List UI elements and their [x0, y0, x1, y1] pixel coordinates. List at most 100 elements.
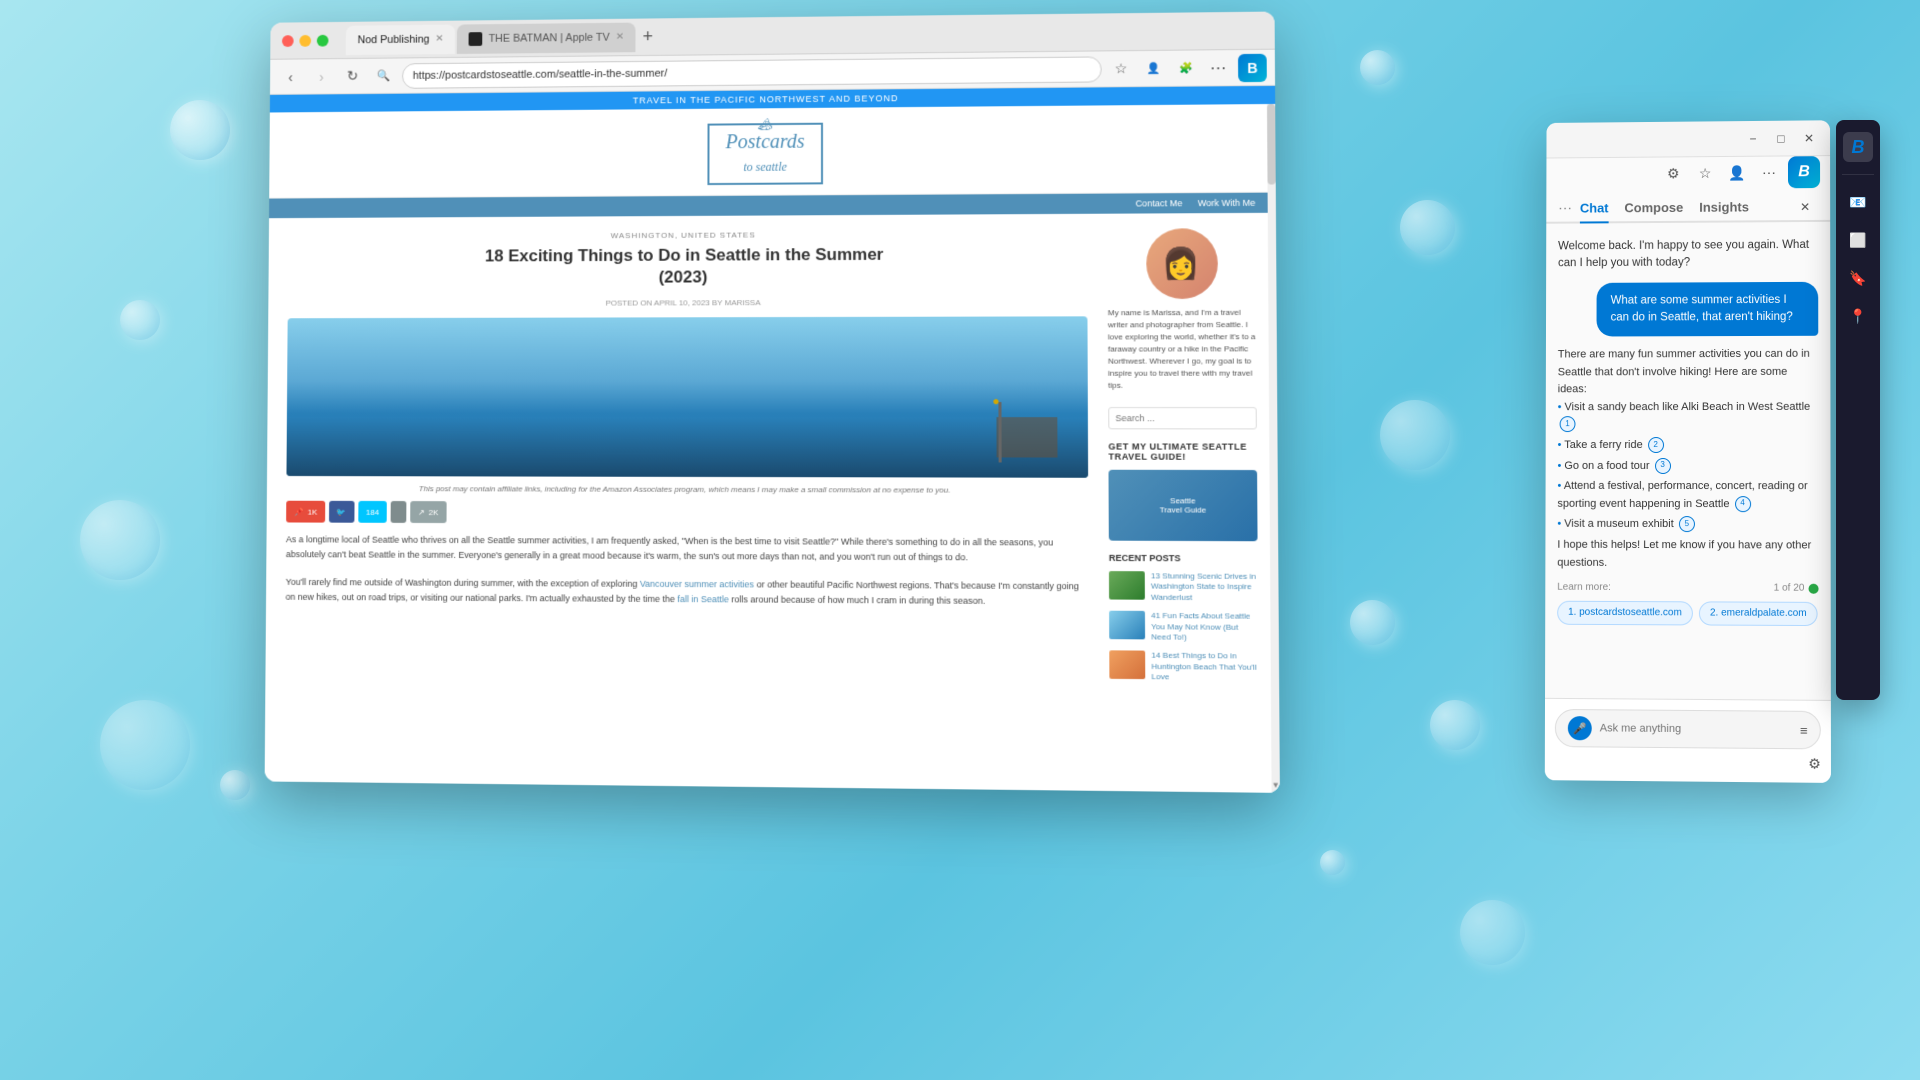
learn-more-section: Learn more: 1 of 20 1. postcardstoseattl… — [1557, 580, 1819, 626]
vancouver-link[interactable]: Vancouver summer activities — [640, 579, 754, 590]
share-twitter-button[interactable]: 🐦 — [329, 501, 355, 523]
citation-badge-3[interactable]: 3 — [1655, 458, 1671, 474]
chat-tab-close-btn[interactable]: ✕ — [1792, 194, 1818, 220]
citation-badge-5[interactable]: 5 — [1679, 516, 1695, 532]
learn-more-text: Learn more: — [1557, 580, 1611, 596]
chat-more-icon-btn[interactable]: ⋯ — [1756, 159, 1782, 185]
share-main-button[interactable]: ↗ 2K — [410, 501, 446, 523]
chat-send-icon[interactable]: ≡ — [1800, 722, 1808, 737]
chat-minimize-button[interactable]: − — [1742, 127, 1764, 149]
back-button[interactable]: ‹ — [278, 64, 303, 90]
sidebar-divider — [1842, 174, 1874, 175]
tab-close-icon[interactable]: ✕ — [435, 34, 443, 45]
citation-badge-2[interactable]: 2 — [1648, 437, 1664, 453]
sidebar-search-input[interactable] — [1108, 407, 1257, 429]
star-button[interactable]: ☆ — [1108, 56, 1135, 82]
pagination-text: 1 of 20 — [1774, 581, 1805, 597]
blog-body: WASHINGTON, UNITED STATES 18 Exciting Th… — [265, 213, 1279, 708]
tab-batman[interactable]: THE BATMAN | Apple TV ✕ — [457, 22, 636, 53]
blog-logo[interactable]: Postcards to seattle — [708, 123, 823, 185]
tab-chat[interactable]: Chat — [1580, 195, 1609, 224]
blog-caption: This post may contain affiliate links, i… — [286, 484, 1088, 495]
share-count-button[interactable]: 184 — [358, 501, 387, 523]
citation-badge-4[interactable]: 4 — [1735, 496, 1751, 512]
chat-tabs: Chat Compose Insights — [1580, 194, 1749, 222]
chat-input[interactable] — [1600, 722, 1792, 736]
chat-mic-icon[interactable]: 🎤 — [1568, 716, 1592, 740]
recent-post-2-text[interactable]: 41 Fun Facts About Seattle You May Not K… — [1151, 611, 1258, 643]
blog-location: WASHINGTON, UNITED STATES — [288, 229, 1087, 242]
travel-guide-image[interactable]: SeattleTravel Guide — [1108, 470, 1257, 542]
refresh-button[interactable]: ↻ — [340, 63, 365, 89]
sidebar-nav-icon[interactable]: 📍 — [1843, 301, 1873, 331]
nav-work-with-me[interactable]: Work With Me — [1198, 198, 1256, 208]
activity-3-text: Go on a food tour — [1564, 460, 1649, 472]
maximize-button[interactable] — [317, 34, 329, 46]
recent-post-3-thumb — [1109, 651, 1145, 680]
chat-maximize-button[interactable]: □ — [1770, 127, 1792, 149]
tab-compose[interactable]: Compose — [1624, 194, 1683, 223]
tab-nod-publishing[interactable]: Nod Publishing ✕ — [346, 24, 456, 55]
source-link-2[interactable]: 2. emeraldpalate.com — [1699, 601, 1818, 626]
bot-outro-text: I hope this helps! Let me know if you ha… — [1557, 537, 1818, 573]
learn-more-header: Learn more: 1 of 20 — [1557, 580, 1818, 597]
pier-element — [996, 417, 1057, 457]
person-button[interactable]: 👤 — [1140, 55, 1167, 81]
tab-label: Nod Publishing — [358, 33, 430, 46]
share-save-button[interactable] — [391, 501, 407, 523]
scroll-down-arrow[interactable]: ▼ — [1272, 776, 1280, 793]
decorative-bubble — [1350, 600, 1395, 645]
close-button[interactable] — [282, 35, 294, 47]
bing-logo: B — [1788, 156, 1820, 188]
bing-sidebar: B 📧 ⬜ 🔖 📍 — [1836, 120, 1880, 700]
tab-insights[interactable]: Insights — [1699, 194, 1749, 223]
recent-post-3: 14 Best Things to Do in Huntington Beach… — [1109, 651, 1258, 684]
share-pin-button[interactable]: 📌 1K — [286, 501, 325, 523]
blog-body-text: As a longtime local of Seattle who thriv… — [285, 533, 1088, 609]
chat-settings-icon-btn[interactable]: ⚙ — [1660, 160, 1686, 186]
bing-icon-btn[interactable]: B — [1238, 53, 1267, 81]
webpage-area: Postcards to seattle Contact Me Work Wit… — [265, 104, 1280, 793]
twitter-icon: 🐦 — [337, 507, 347, 516]
decorative-bubble — [220, 770, 250, 800]
nav-contact[interactable]: Contact Me — [1135, 198, 1182, 208]
chat-settings-button[interactable]: ⚙ — [1808, 755, 1821, 772]
chat-messages: Welcome back. I'm happy to see you again… — [1545, 222, 1831, 700]
recent-post-3-text[interactable]: 14 Best Things to Do in Huntington Beach… — [1151, 651, 1258, 684]
author-bio: My name is Marissa, and I'm a travel wri… — [1108, 307, 1257, 392]
bot-intro-text: There are many fun summer activities you… — [1558, 348, 1810, 396]
sidebar-bookmark-icon[interactable]: 🔖 — [1843, 263, 1873, 293]
tab-icon-batman — [469, 32, 483, 46]
minimize-button[interactable] — [299, 34, 311, 46]
scrollbar-thumb[interactable] — [1267, 104, 1276, 185]
blog-hero-image — [286, 317, 1088, 478]
chat-settings-row: ⚙ — [1555, 747, 1821, 773]
extensions-button[interactable]: 🧩 — [1173, 55, 1200, 81]
chat-person-icon-btn[interactable]: 👤 — [1724, 160, 1750, 186]
bot-message-1: There are many fun summer activities you… — [1557, 346, 1819, 626]
recent-post-1-text[interactable]: 13 Stunning Scenic Drives in Washington … — [1151, 571, 1258, 603]
pin-count: 1K — [308, 507, 318, 516]
sidebar-outlook-icon[interactable]: 📧 — [1843, 187, 1873, 217]
recent-post-1: 13 Stunning Scenic Drives in Washington … — [1109, 571, 1258, 604]
sidebar-bing-icon[interactable]: B — [1843, 132, 1873, 162]
tab-batman-close-icon[interactable]: ✕ — [616, 32, 624, 43]
chat-close-button[interactable]: ✕ — [1798, 127, 1820, 149]
new-tab-button[interactable]: + — [638, 26, 658, 47]
search-icon-btn[interactable]: 🔍 — [371, 63, 396, 89]
source-link-1[interactable]: 1. postcardstoseattle.com — [1557, 601, 1693, 626]
chat-tab-more[interactable]: ⋯ — [1558, 200, 1572, 217]
body-para-1: As a longtime local of Seattle who thriv… — [286, 533, 1089, 565]
activity-item-2: Take a ferry ride 2 — [1558, 437, 1819, 455]
sidebar-apps-icon[interactable]: ⬜ — [1843, 225, 1873, 255]
sidebar-author: 👩 My name is Marissa, and I'm a travel w… — [1107, 228, 1256, 392]
decorative-bubble — [1430, 700, 1480, 750]
logo-subtext: to seattle — [743, 160, 787, 174]
share-icon: ↗ — [418, 508, 425, 517]
address-bar[interactable]: https://postcardstoseattle.com/seattle-i… — [402, 56, 1102, 88]
forward-button[interactable]: › — [309, 64, 334, 90]
more-button[interactable]: ⋯ — [1205, 55, 1232, 81]
chat-star-icon-btn[interactable]: ☆ — [1692, 160, 1718, 186]
fall-seattle-link[interactable]: fall in Seattle — [677, 594, 728, 604]
citation-badge-1[interactable]: 1 — [1560, 417, 1576, 433]
